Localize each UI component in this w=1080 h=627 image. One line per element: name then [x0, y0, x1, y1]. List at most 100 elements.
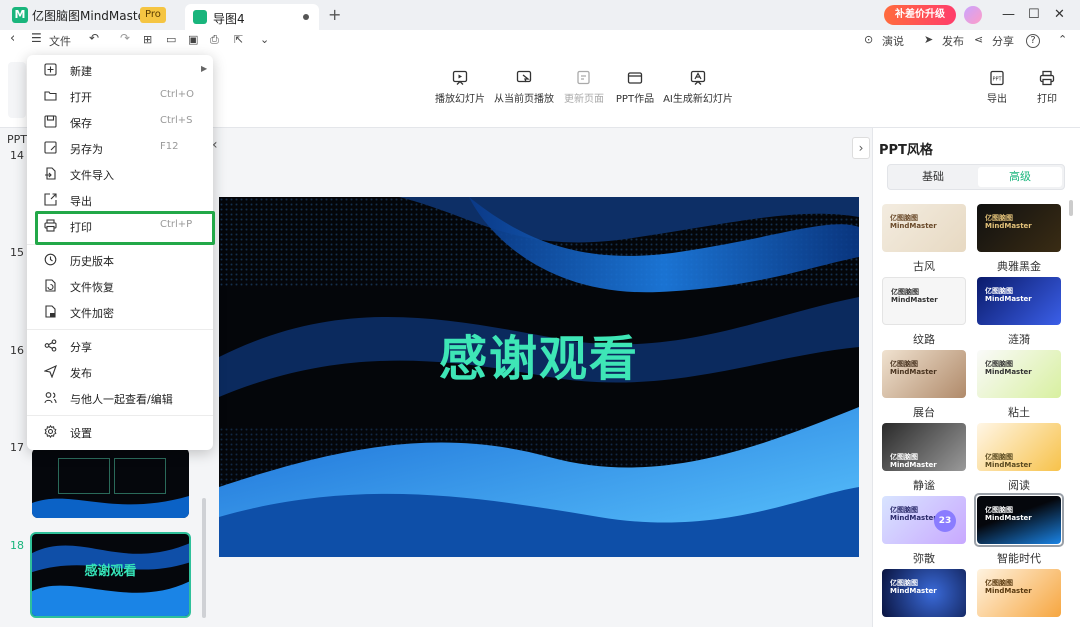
play-current-icon	[516, 70, 532, 83]
style-label: 展台	[913, 406, 935, 419]
menu-item-export[interactable]: 导出	[27, 187, 213, 213]
slide-number: 17	[10, 441, 24, 454]
present-icon[interactable]: ⊙	[864, 33, 873, 46]
save-icon[interactable]: ▣	[188, 33, 198, 46]
file-recover-icon	[45, 279, 56, 292]
slide-thumbnail-18-selected[interactable]: 感谢观看	[30, 532, 191, 618]
collaborate-icon	[44, 392, 57, 404]
lock-icon	[45, 305, 56, 318]
pro-badge: Pro	[140, 7, 166, 23]
more-chevron-icon[interactable]: ⌄	[260, 33, 269, 46]
tab-basic[interactable]: 基础	[890, 167, 976, 187]
print-ribbon-icon	[1039, 70, 1055, 86]
open-folder-icon[interactable]: ▭	[166, 33, 176, 46]
avatar[interactable]	[964, 6, 982, 24]
style-thumb-extra-2[interactable]: 亿图脑图 MindMaster	[977, 569, 1061, 617]
ppt-style-panel: PPT风格 基础 高级 亿图脑图 MindMaster 古风 亿图脑图 Mind…	[872, 128, 1080, 627]
style-thumb-yuedu[interactable]: 亿图脑图 MindMaster	[977, 423, 1061, 471]
submenu-arrow-icon: ▶	[201, 64, 208, 73]
menu-item-encrypt[interactable]: 文件加密	[27, 299, 213, 325]
menu-separator	[27, 415, 213, 416]
share-icon[interactable]: ⋖	[974, 33, 983, 46]
slide-number: 15	[10, 246, 24, 259]
menu-item-label: 文件恢复	[70, 281, 114, 294]
ppt-works-icon	[627, 72, 643, 84]
menu-item-label: 保存	[70, 117, 92, 130]
style-label: 古风	[913, 260, 935, 273]
menu-item-share[interactable]: 分享	[27, 333, 213, 359]
document-tab[interactable]: 导图4	[185, 4, 319, 30]
style-thumb-black-gold[interactable]: 亿图脑图 MindMaster	[977, 204, 1061, 252]
present-button[interactable]: 演说	[882, 33, 904, 49]
style-thumb-niantu[interactable]: 亿图脑图 MindMaster	[977, 350, 1061, 398]
document-tab-label: 导图4	[213, 12, 245, 26]
style-thumb-jingmi[interactable]: 亿图脑图 MindMaster	[882, 423, 966, 471]
close-icon[interactable]: ✕	[1054, 7, 1065, 22]
publish-icon[interactable]: ➤	[924, 33, 933, 46]
minimize-icon[interactable]: —	[1002, 7, 1015, 22]
menu-item-recover[interactable]: 文件恢复	[27, 273, 213, 299]
print-item-highlight-box	[35, 211, 215, 245]
menu-item-open[interactable]: 打开 Ctrl+O	[27, 83, 213, 109]
style-thumb-extra-1[interactable]: 亿图脑图 MindMaster	[882, 569, 966, 617]
tab-advanced[interactable]: 高级	[978, 167, 1062, 187]
slide-number: 16	[10, 344, 24, 357]
help-icon[interactable]: ?	[1026, 34, 1040, 48]
style-thumb-smart-era-selected[interactable]: 亿图脑图 MindMaster	[977, 496, 1061, 544]
menu-item-import[interactable]: 文件导入	[27, 161, 213, 187]
menu-item-publish[interactable]: 发布	[27, 359, 213, 385]
style-label: 涟漪	[1008, 333, 1030, 346]
menu-item-collaborate[interactable]: 与他人一起查看/编辑	[27, 385, 213, 411]
menu-item-save-as[interactable]: 另存为 F12	[27, 135, 213, 161]
style-label: 弥散	[913, 552, 935, 565]
ribbon-left-stub	[8, 62, 26, 118]
redo-icon[interactable]: ↷	[120, 31, 130, 45]
menu-item-label: 分享	[70, 341, 92, 354]
undo-icon[interactable]: ↶	[89, 31, 99, 45]
menu-shortcut: Ctrl+S	[160, 115, 193, 126]
menu-item-label: 历史版本	[70, 255, 114, 268]
style-thumb-misan[interactable]: 亿图脑图 MindMaster 23	[882, 496, 966, 544]
slide-panel-header: PPT	[7, 133, 27, 146]
style-thumb-lianyi[interactable]: 亿图脑图 MindMaster	[977, 277, 1061, 325]
menu-item-save[interactable]: 保存 Ctrl+S	[27, 109, 213, 135]
slide-canvas[interactable]: 感谢观看	[219, 197, 859, 557]
menu-shortcut: Ctrl+O	[160, 89, 195, 100]
expand-right-panel-chevron-icon[interactable]: ›	[852, 137, 870, 159]
unsaved-dot-icon[interactable]	[303, 14, 309, 20]
hamburger-icon[interactable]: ☰	[31, 31, 42, 45]
slide-list-scrollbar[interactable]	[202, 498, 206, 618]
upgrade-promo-button[interactable]: 补差价升级	[884, 5, 956, 25]
menu-item-new[interactable]: 新建 ▶	[27, 57, 213, 83]
ai-generate-button[interactable]: AI生成新幻灯片	[658, 70, 738, 105]
menu-item-settings[interactable]: 设置	[27, 419, 213, 445]
refresh-page-icon	[577, 70, 590, 85]
back-arrow-icon[interactable]: ‹	[10, 31, 15, 46]
thumbnail-title: 感谢观看	[84, 564, 137, 579]
share-button[interactable]: 分享	[992, 33, 1014, 49]
share-icon	[44, 339, 57, 352]
import-icon	[45, 167, 56, 180]
svg-text:PPT: PPT	[992, 77, 1002, 83]
new-tab-plus-icon[interactable]: +	[328, 5, 341, 24]
style-thumb-gufeng[interactable]: 亿图脑图 MindMaster	[882, 204, 966, 252]
thumb-badge-23: 23	[934, 510, 956, 532]
print-ribbon-button[interactable]: 打印	[1007, 70, 1080, 105]
ai-slide-icon	[690, 70, 706, 85]
slide-thumbnail-17[interactable]	[32, 448, 189, 518]
menu-item-label: 文件加密	[70, 307, 114, 320]
save-icon	[44, 115, 57, 128]
publish-button[interactable]: 发布	[942, 33, 964, 49]
file-menu-button[interactable]: 文件	[49, 33, 71, 49]
slide-title[interactable]: 感谢观看	[219, 319, 859, 389]
new-file-icon[interactable]: ⊞	[143, 33, 152, 46]
collapse-chevron-icon[interactable]: ⌃	[1058, 33, 1067, 46]
style-thumb-zhantai[interactable]: 亿图脑图 MindMaster	[882, 350, 966, 398]
style-list-scrollbar[interactable]	[1069, 200, 1073, 216]
print-icon[interactable]: ⎙	[210, 33, 219, 47]
export-icon[interactable]: ⇱	[234, 33, 243, 46]
menu-item-history[interactable]: 历史版本	[27, 247, 213, 273]
style-thumb-wenlu[interactable]: 亿图脑图 MindMaster	[882, 277, 966, 325]
maximize-icon[interactable]: ☐	[1028, 7, 1040, 22]
ai-generate-label: AI生成新幻灯片	[663, 94, 733, 105]
